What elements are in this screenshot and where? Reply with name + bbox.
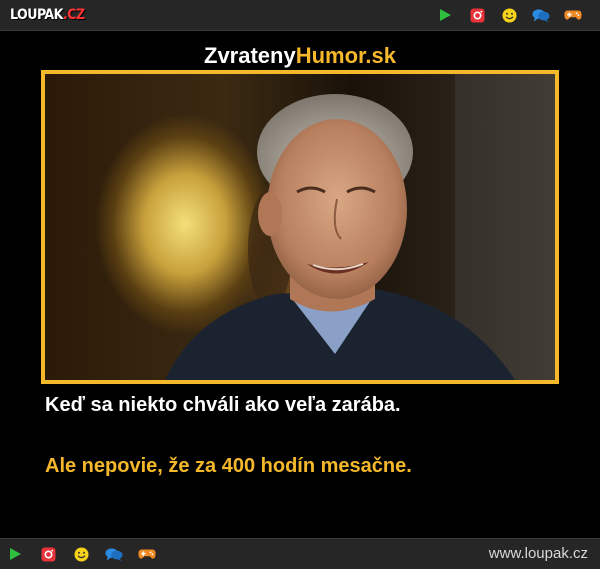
instagram-icon[interactable]: [39, 545, 57, 563]
meme-photo: [41, 70, 559, 384]
smiley-icon[interactable]: [72, 545, 90, 563]
logo-tld: .CZ: [62, 7, 85, 23]
gamepad-icon[interactable]: [564, 6, 582, 24]
caption-line-1: Keď sa niekto chváli ako veľa zarába.: [45, 394, 401, 416]
chat-icon[interactable]: [105, 545, 123, 563]
chat-icon[interactable]: [532, 6, 550, 24]
site-title: ZvratenyHumor.sk: [0, 43, 600, 69]
bottom-icon-group: [6, 545, 171, 563]
gamepad-icon[interactable]: [138, 545, 156, 563]
smiley-icon[interactable]: [500, 6, 518, 24]
instagram-icon[interactable]: [468, 6, 486, 24]
loupak-logo[interactable]: LOUPAK.CZ: [10, 5, 85, 25]
caption-line-2: Ale nepovie, že za 400 hodín mesačne.: [45, 455, 412, 477]
play-icon[interactable]: [6, 545, 24, 563]
man-portrait-image: [165, 74, 555, 380]
site-title-part2: Humor.sk: [295, 43, 396, 68]
bottom-bar: www.loupak.cz: [0, 538, 600, 569]
logo-text: LOUPAK: [10, 7, 63, 23]
site-title-part1: Zvrateny: [204, 43, 296, 68]
top-bar: LOUPAK.CZ: [0, 0, 600, 31]
site-url[interactable]: www.loupak.cz: [489, 539, 588, 569]
play-icon[interactable]: [436, 6, 454, 24]
top-icon-group: [436, 6, 596, 24]
